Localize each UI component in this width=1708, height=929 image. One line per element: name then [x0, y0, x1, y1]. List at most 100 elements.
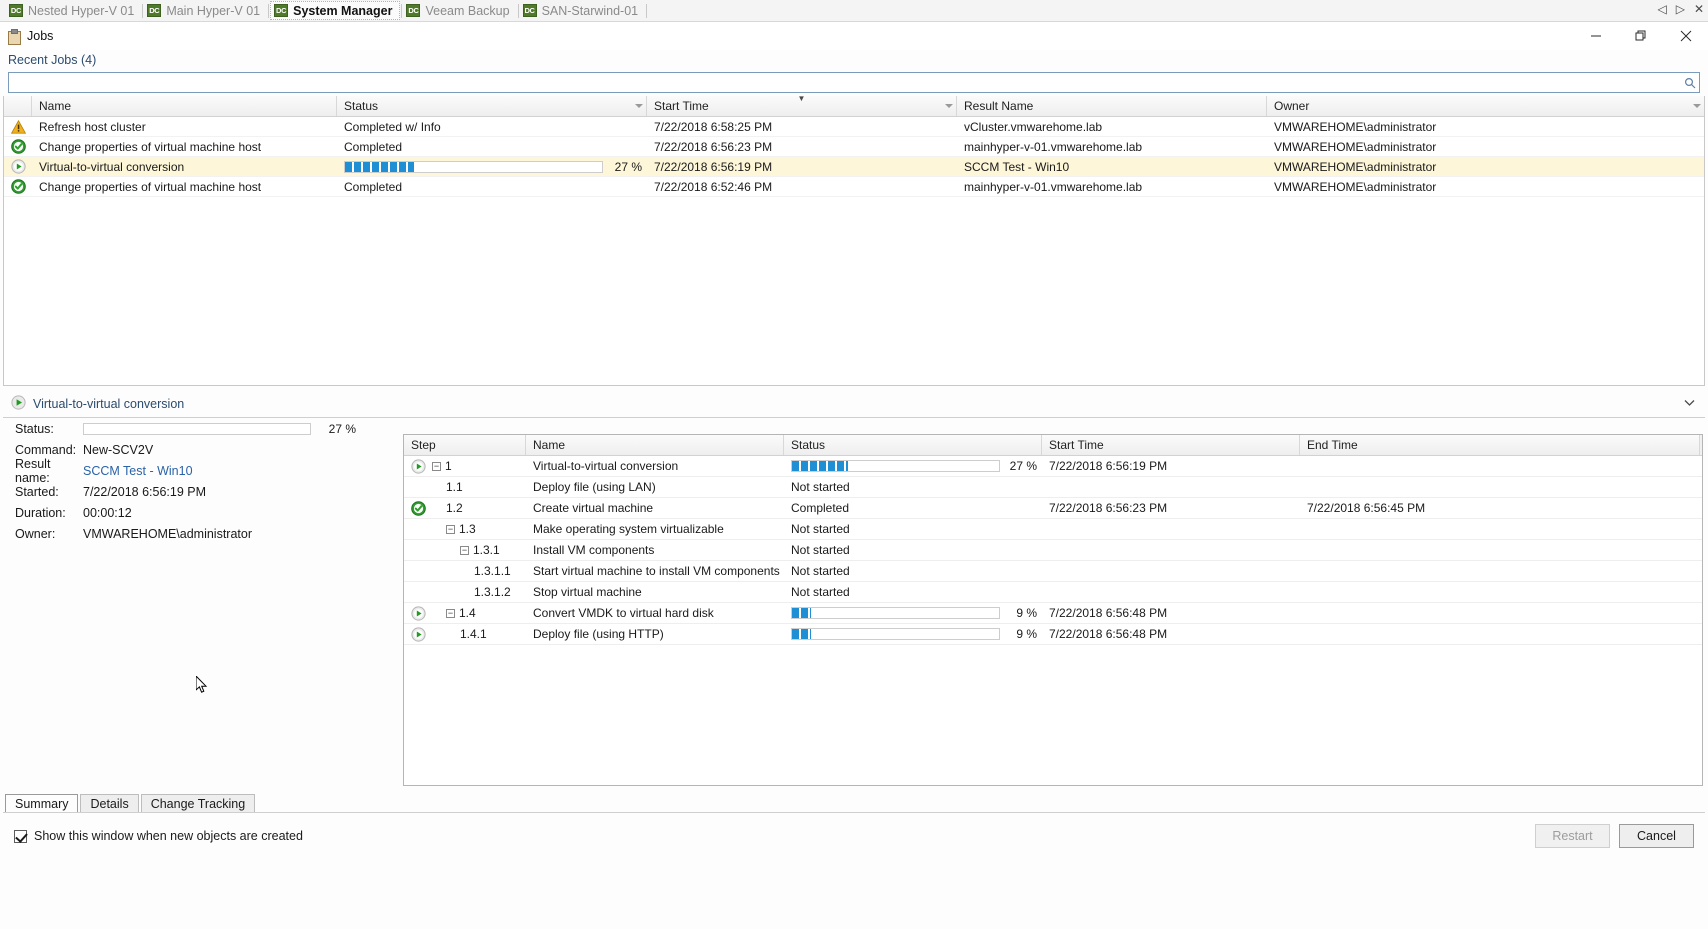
column-header-label: Owner	[1274, 99, 1310, 113]
jobs-column-header-result-name[interactable]: Result Name	[957, 96, 1267, 116]
collapse-expander-icon[interactable]: −	[460, 545, 469, 555]
jobs-column-header-name[interactable]: Name	[32, 96, 337, 116]
rdp-tab-nested-hyper-v-01[interactable]: DC Nested Hyper-V 01	[6, 1, 141, 20]
tab-details[interactable]: Details	[80, 794, 139, 813]
minimize-icon[interactable]	[1573, 22, 1618, 50]
step-row[interactable]: −1 Virtual-to-virtual conversion 27 % 7/22/…	[404, 456, 1702, 477]
job-owner-cell: VMWAREHOME\administrator	[1274, 179, 1437, 194]
step-start-time-cell: 7/22/2018 6:56:23 PM	[1049, 501, 1168, 515]
step-number-cell: −1.3.1	[404, 543, 526, 557]
rdp-tab-veeam-backup[interactable]: DC Veeam Backup	[403, 1, 516, 20]
recent-jobs-grid[interactable]: Name Status Start Time ▼ Result Name Owner Re…	[3, 96, 1705, 386]
table-row[interactable]: Refresh host cluster Completed w/ Info 7/2…	[4, 117, 1704, 137]
table-row[interactable]: Virtual-to-virtual conversion 27 % 7/22/20…	[4, 157, 1704, 177]
tab-summary[interactable]: Summary	[5, 794, 79, 813]
close-icon[interactable]	[1663, 22, 1708, 50]
rdp-tab-strip: DC Nested Hyper-V 01 DC Main Hyper-V 01 DC Sy…	[0, 0, 1708, 22]
show-window-checkbox[interactable]	[14, 829, 27, 843]
step-number-label: 1.4	[459, 606, 476, 620]
jobs-column-header-status[interactable]: Status	[337, 96, 647, 116]
table-row[interactable]: Change properties of virtual machine hos…	[4, 177, 1704, 197]
summary-row-started: Started: 7/22/2018 6:56:19 PM	[3, 481, 401, 502]
owner-label: Owner:	[15, 526, 56, 541]
jobs-column-header-start-time[interactable]: Start Time ▼	[647, 96, 957, 116]
rdp-tab-label: Nested Hyper-V 01	[28, 3, 135, 18]
rdp-tab-separator	[142, 3, 144, 18]
search-input[interactable]	[9, 73, 1681, 92]
steps-column-header-step[interactable]: Step	[404, 435, 526, 455]
step-number: −1	[432, 459, 452, 473]
step-row[interactable]: −1.4 Convert VMDK to virtual hard disk 9 %…	[404, 603, 1702, 624]
status-label: Status:	[15, 421, 54, 436]
jobs-column-header-owner[interactable]: Owner	[1267, 96, 1704, 116]
step-name-cell: Virtual-to-virtual conversion	[533, 459, 679, 473]
job-name-cell: Change properties of virtual machine hos…	[39, 139, 262, 154]
rdp-tab-san-starwind-01[interactable]: DC SAN-Starwind-01	[520, 1, 646, 20]
window-controls	[1573, 22, 1708, 50]
success-icon	[404, 500, 432, 516]
step-number-label: 1.2	[446, 501, 463, 515]
success-icon	[4, 179, 32, 194]
started-label: Started:	[15, 484, 59, 499]
step-row[interactable]: 1.3.1.2 Stop virtual machine Not started	[404, 582, 1702, 603]
rdp-tab-main-hyper-v-01[interactable]: DC Main Hyper-V 01	[144, 1, 267, 20]
restart-button[interactable]: Restart	[1535, 824, 1610, 848]
rdp-tab-label: Veeam Backup	[425, 3, 510, 18]
owner-value: VMWAREHOME\administrator	[83, 526, 253, 541]
detail-tab-bar[interactable]: Summary Details Change Tracking	[3, 793, 1705, 813]
step-number-cell: −1.3	[404, 522, 526, 536]
step-row[interactable]: −1.3 Make operating system virtualizable N…	[404, 519, 1702, 540]
dc-badge-icon: DC	[522, 4, 537, 17]
steps-grid[interactable]: Step Name Status Start Time End Time −1 Virtu…	[403, 434, 1703, 786]
job-result-name-cell: SCCM Test - Win10	[964, 159, 1070, 174]
steps-grid-body[interactable]: −1 Virtual-to-virtual conversion 27 % 7/22/…	[404, 456, 1702, 645]
jobs-grid-body[interactable]: Refresh host cluster Completed w/ Info 7/2…	[4, 117, 1704, 197]
recent-jobs-header: Recent Jobs (4)	[8, 53, 97, 67]
rdp-next-icon[interactable]: ▷	[1676, 3, 1685, 15]
duration-label: Duration:	[15, 505, 66, 520]
column-filter-icon[interactable]	[635, 104, 643, 108]
footer-buttons: Restart Cancel	[1535, 824, 1694, 848]
step-row[interactable]: −1.3.1 Install VM components Not started	[404, 540, 1702, 561]
step-name-cell: Deploy file (using HTTP)	[533, 627, 664, 641]
restore-icon[interactable]	[1618, 22, 1663, 50]
cancel-button[interactable]: Cancel	[1619, 824, 1694, 848]
dc-badge-icon: DC	[274, 4, 289, 17]
steps-column-header-name[interactable]: Name	[526, 435, 784, 455]
job-name-cell: Virtual-to-virtual conversion	[39, 159, 185, 174]
steps-grid-header: Step Name Status Start Time End Time	[404, 435, 1702, 456]
steps-column-header-status[interactable]: Status	[784, 435, 1042, 455]
tab-change-tracking[interactable]: Change Tracking	[140, 794, 256, 813]
result-name-label: Result name:	[15, 456, 51, 485]
step-row[interactable]: 1.2 Create virtual machine Completed 7/22/2…	[404, 498, 1702, 519]
rdp-prev-icon[interactable]: ◁	[1657, 3, 1666, 15]
table-row[interactable]: Change properties of virtual machine hos…	[4, 137, 1704, 157]
search-icon[interactable]	[1681, 73, 1699, 92]
step-row[interactable]: 1.3.1.1 Start virtual machine to install …	[404, 561, 1702, 582]
step-row[interactable]: 1.1 Deploy file (using LAN) Not started	[404, 477, 1702, 498]
rdp-window-controls: ◁ ▷ ✕	[1657, 3, 1704, 15]
result-name-link[interactable]: SCCM Test - Win10	[83, 464, 193, 478]
chevron-down-icon[interactable]	[1684, 399, 1695, 410]
step-row[interactable]: 1.4.1 Deploy file (using HTTP) 9 % 7/22/201…	[404, 624, 1702, 645]
step-progress-percent: 9 %	[1016, 606, 1037, 620]
collapse-expander-icon[interactable]: −	[446, 608, 455, 618]
collapse-expander-icon[interactable]: −	[432, 461, 441, 471]
collapse-expander-icon[interactable]: −	[446, 524, 455, 534]
running-icon	[11, 395, 26, 413]
steps-column-header-start-time[interactable]: Start Time	[1042, 435, 1300, 455]
rdp-close-icon[interactable]: ✕	[1694, 3, 1704, 15]
started-value: 7/22/2018 6:56:19 PM	[83, 484, 207, 499]
job-owner-cell: VMWAREHOME\administrator	[1274, 139, 1437, 154]
rdp-tab-system-manager[interactable]: DC System Manager	[270, 1, 401, 20]
steps-column-header-end-time[interactable]: End Time	[1300, 435, 1700, 455]
step-number: −1.3.1	[460, 543, 500, 557]
summary-row-result-name: Result name: SCCM Test - Win10	[3, 457, 401, 485]
column-filter-icon[interactable]	[1693, 104, 1701, 108]
column-filter-icon[interactable]	[945, 104, 953, 108]
job-result-name-cell: vCluster.vmwarehome.lab	[964, 119, 1103, 134]
search-box[interactable]	[8, 72, 1700, 93]
show-window-checkbox-row[interactable]: Show this window when new objects are cr…	[14, 829, 303, 843]
job-progress-percent: 27 %	[614, 159, 642, 174]
step-number: −1.3	[446, 522, 476, 536]
